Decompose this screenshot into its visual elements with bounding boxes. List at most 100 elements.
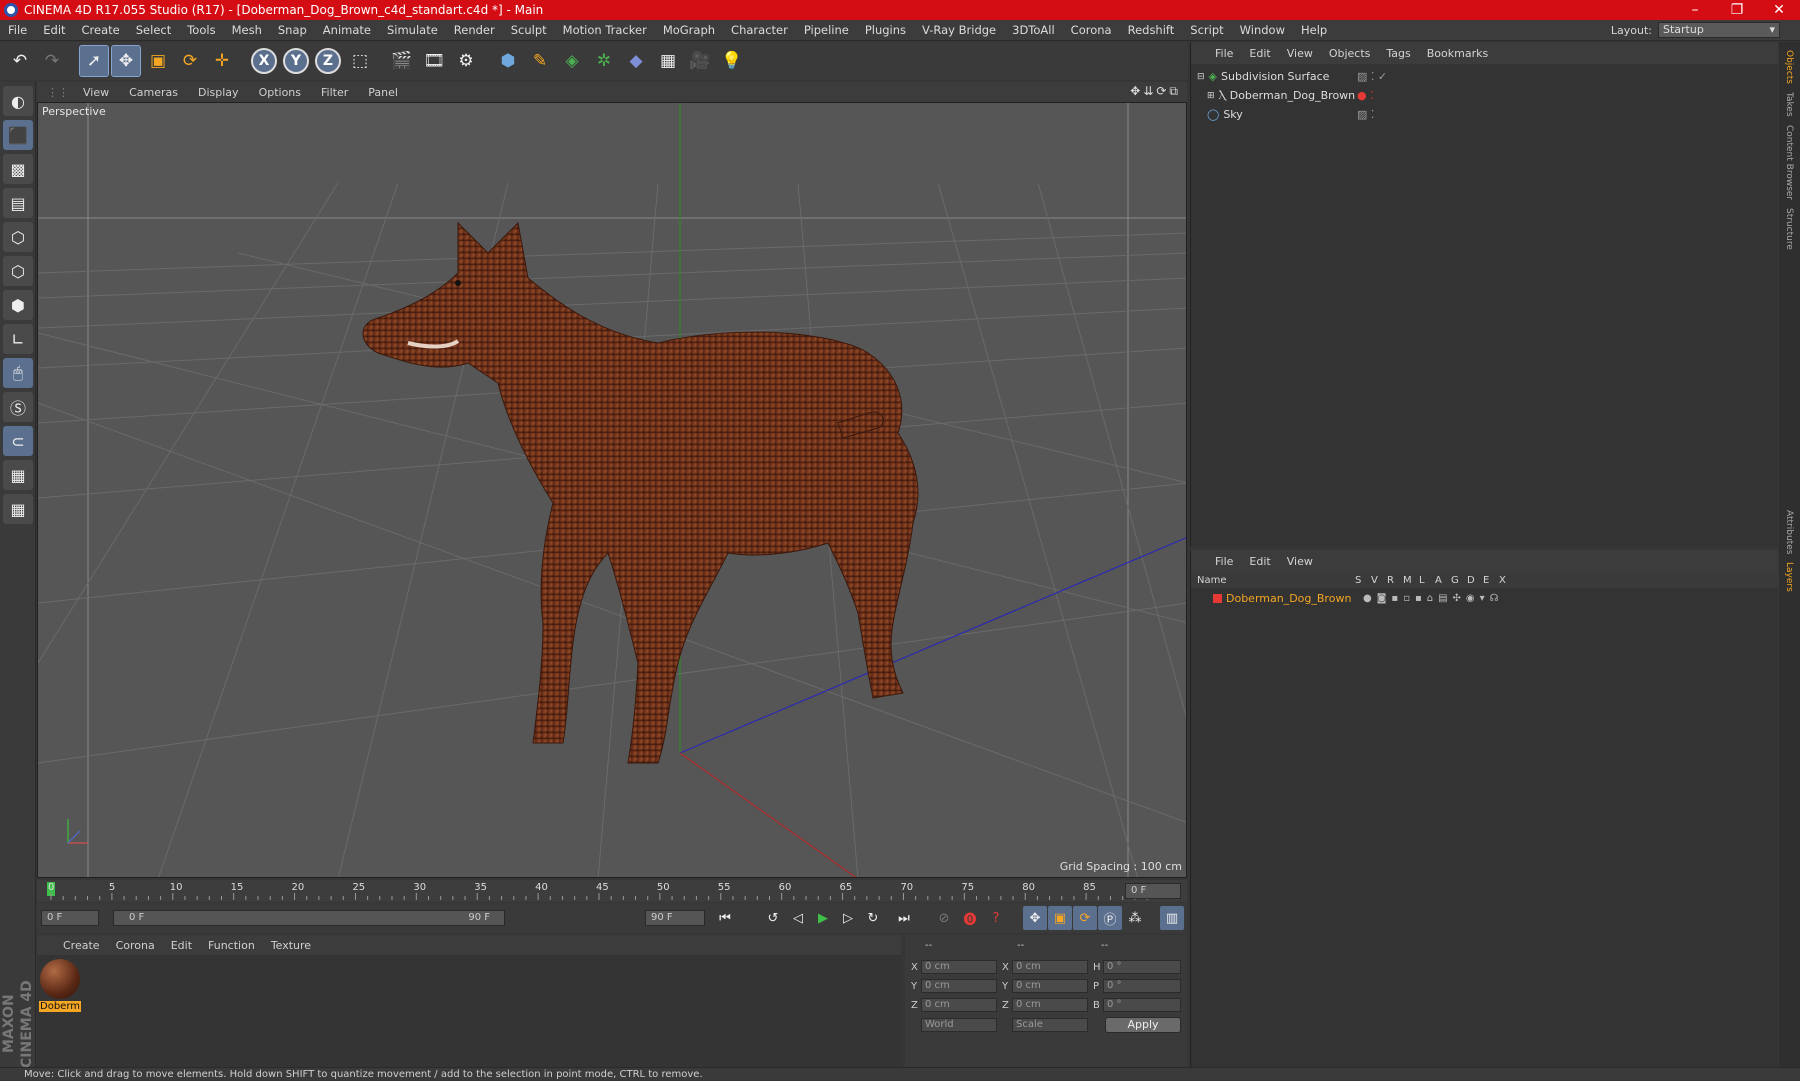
object-menu-tags[interactable]: Tags xyxy=(1378,47,1418,60)
play-icon[interactable]: ▶ xyxy=(811,906,835,930)
x-axis-icon[interactable]: X xyxy=(250,46,278,76)
make-editable-icon[interactable]: ◐ xyxy=(3,86,33,116)
menu-tools[interactable]: Tools xyxy=(179,23,223,37)
menu-simulate[interactable]: Simulate xyxy=(379,23,446,37)
layer-column-a[interactable]: A xyxy=(1435,575,1442,586)
material-menu-function[interactable]: Function xyxy=(200,939,263,952)
menu-pipeline[interactable]: Pipeline xyxy=(796,23,857,37)
menu-window[interactable]: Window xyxy=(1232,23,1293,37)
current-frame-field[interactable]: 0 F xyxy=(1125,883,1181,899)
rotation-b-field[interactable]: 0 ° xyxy=(1103,998,1181,1012)
menu-character[interactable]: Character xyxy=(723,23,796,37)
material-menu-texture[interactable]: Texture xyxy=(263,939,319,952)
right-tab-structure[interactable]: Structure xyxy=(1784,208,1794,250)
viewport-menu-panel[interactable]: Panel xyxy=(358,86,408,99)
size-x-field[interactable]: 0 cm xyxy=(1012,960,1088,974)
workplane-icon[interactable]: ▦ xyxy=(3,494,33,524)
layer-column-v[interactable]: V xyxy=(1371,575,1378,586)
visibility-dots-icon[interactable]: ▨ ⁚ xyxy=(1357,108,1374,121)
menu-render[interactable]: Render xyxy=(446,23,503,37)
rotation-p-field[interactable]: 0 ° xyxy=(1103,979,1181,993)
camera-icon[interactable]: 🎥 xyxy=(686,46,714,76)
layer-switches-icon[interactable]: ●◙▪▫▪⌂▤✣◉▾☊ xyxy=(1363,593,1504,604)
material-menu-edit[interactable]: Edit xyxy=(163,939,200,952)
maximize-button[interactable]: ❐ xyxy=(1716,0,1758,20)
material-manager[interactable]: Doberm xyxy=(37,955,901,1067)
keyframe-selection-icon[interactable]: ? xyxy=(984,906,1008,930)
layer-column-g[interactable]: G xyxy=(1451,575,1459,586)
end-frame-field[interactable]: 90 F xyxy=(645,910,705,926)
key-parameter-icon[interactable]: Ⓟ xyxy=(1098,906,1122,930)
scale-tool-icon[interactable]: ▣ xyxy=(144,46,172,76)
coordinate-system-icon[interactable]: ⬚ xyxy=(346,46,374,76)
viewport-navigation-icons[interactable]: ✥⇊⟳⧉ xyxy=(1130,84,1181,99)
menu-motion-tracker[interactable]: Motion Tracker xyxy=(555,23,655,37)
go-to-start-icon[interactable]: ⏮ xyxy=(713,906,737,930)
layer-menu-edit[interactable]: Edit xyxy=(1241,555,1278,568)
redo-icon[interactable]: ↷ xyxy=(38,46,66,76)
workplane-lock-icon[interactable]: ▦ xyxy=(3,460,33,490)
menu-script[interactable]: Script xyxy=(1182,23,1231,37)
menu-redshift[interactable]: Redshift xyxy=(1120,23,1183,37)
live-selection-icon[interactable]: ➚ xyxy=(79,45,109,77)
workplane-mode-icon[interactable]: ▤ xyxy=(3,188,33,218)
menu-corona[interactable]: Corona xyxy=(1063,23,1120,37)
render-picture-viewer-icon[interactable]: 🎞 xyxy=(420,46,448,76)
viewport-menu-cameras[interactable]: Cameras xyxy=(119,86,188,99)
right-tab-takes[interactable]: Takes xyxy=(1784,92,1794,117)
menu-animate[interactable]: Animate xyxy=(315,23,379,37)
menu-sculpt[interactable]: Sculpt xyxy=(503,23,555,37)
preview-range-slider[interactable]: 0 F 90 F xyxy=(113,910,505,926)
layout-select[interactable]: Startup xyxy=(1658,22,1780,38)
subdivision-surface-icon[interactable]: ◈ xyxy=(558,46,586,76)
expand-icon[interactable]: ⊞ xyxy=(1207,91,1215,101)
cloner-icon[interactable]: ✲ xyxy=(590,46,618,76)
snap-icon[interactable]: ⊂ xyxy=(3,426,33,456)
viewport-menu-view[interactable]: View xyxy=(73,86,119,99)
position-x-field[interactable]: 0 cm xyxy=(921,960,997,974)
menu-edit[interactable]: Edit xyxy=(35,23,73,37)
apply-button[interactable]: Apply xyxy=(1105,1017,1181,1033)
close-button[interactable]: ✕ xyxy=(1758,0,1800,20)
layer-column-x[interactable]: X xyxy=(1499,575,1506,586)
expand-icon[interactable]: ⊟ xyxy=(1197,72,1205,82)
right-tab-layers[interactable]: Layers xyxy=(1784,562,1794,592)
key-point-level-icon[interactable]: ⁂ xyxy=(1123,906,1147,930)
coordinate-space-select[interactable]: World xyxy=(921,1018,997,1032)
tweak-mode-icon[interactable]: 🖱 xyxy=(3,358,33,388)
visibility-dots-icon[interactable]: ▨ ⁚ ✓ xyxy=(1357,70,1387,83)
z-axis-icon[interactable]: Z xyxy=(314,46,342,76)
pen-spline-icon[interactable]: ✎ xyxy=(526,46,554,76)
render-view-icon[interactable]: 🎬 xyxy=(388,46,416,76)
transform-tool-icon[interactable]: ✛ xyxy=(208,46,236,76)
light-icon[interactable]: 💡 xyxy=(718,46,746,76)
size-z-field[interactable]: 0 cm xyxy=(1012,998,1088,1012)
layer-column-r[interactable]: R xyxy=(1387,575,1394,586)
material-menu-create[interactable]: Create xyxy=(55,939,108,952)
position-y-field[interactable]: 0 cm xyxy=(921,979,997,993)
menu-select[interactable]: Select xyxy=(128,23,179,37)
y-axis-icon[interactable]: Y xyxy=(282,46,310,76)
menu-create[interactable]: Create xyxy=(74,23,128,37)
undo-icon[interactable]: ↶ xyxy=(6,46,34,76)
position-z-field[interactable]: 0 cm xyxy=(921,998,997,1012)
cube-primitive-icon[interactable]: ⬢ xyxy=(494,46,522,76)
size-mode-select[interactable]: Scale xyxy=(1012,1018,1088,1032)
next-key-icon[interactable]: ↻ xyxy=(861,906,885,930)
layer-column-m[interactable]: M xyxy=(1403,575,1412,586)
size-y-field[interactable]: 0 cm xyxy=(1012,979,1088,993)
menu-mesh[interactable]: Mesh xyxy=(224,23,270,37)
record-active-icon[interactable]: ⊘ xyxy=(932,906,956,930)
material-tag-icon[interactable]: ● ⁚ xyxy=(1357,89,1374,102)
key-rotation-icon[interactable]: ⟳ xyxy=(1073,906,1097,930)
viewport-menu-options[interactable]: Options xyxy=(249,86,311,99)
object-menu-view[interactable]: View xyxy=(1279,47,1321,60)
viewport-menu-filter[interactable]: Filter xyxy=(311,86,358,99)
points-mode-icon[interactable]: ⬡ xyxy=(3,222,33,252)
perspective-viewport[interactable]: Perspective Grid Spacing : 100 cm xyxy=(37,102,1187,878)
menu-v-ray-bridge[interactable]: V-Ray Bridge xyxy=(914,23,1004,37)
object-row-doberman[interactable]: ⊞ Ⲗ Doberman_Dog_Brown ● ⁚ xyxy=(1191,87,1779,104)
object-menu-bookmarks[interactable]: Bookmarks xyxy=(1419,47,1496,60)
render-settings-icon[interactable]: ⚙ xyxy=(452,46,480,76)
layer-column-l[interactable]: L xyxy=(1419,575,1425,586)
